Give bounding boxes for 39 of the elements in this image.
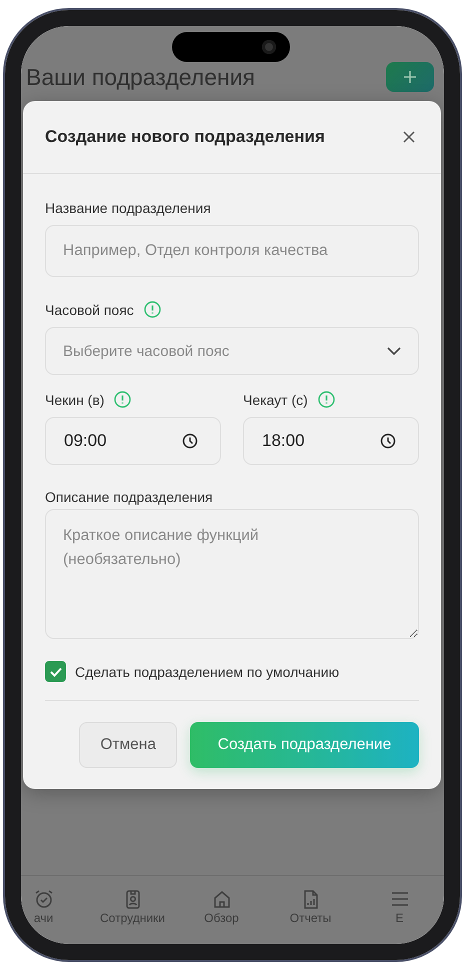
- nav-tab[interactable]: Обзор: [177, 888, 266, 944]
- checkmark-icon: [50, 666, 62, 676]
- nav-tab[interactable]: ачи: [21, 888, 88, 944]
- checkbox-label: Сделать подразделением по умолчанию: [75, 664, 340, 680]
- description-field[interactable]: Краткое описание функций (необязательно): [45, 509, 419, 639]
- time-field[interactable]: 09:00: [45, 417, 221, 465]
- nav-tab[interactable]: Отчеты: [266, 888, 355, 944]
- time-field[interactable]: 18:00: [243, 417, 419, 465]
- info-icon[interactable]: [114, 391, 132, 408]
- info-icon[interactable]: [144, 301, 161, 318]
- close-button[interactable]: [401, 129, 417, 145]
- checkbox[interactable]: [45, 661, 66, 682]
- modal-title: Создание нового подразделения: [45, 127, 325, 147]
- nav-label: ачи: [34, 911, 54, 925]
- nav-label: Отчеты: [290, 911, 332, 925]
- cancel-button[interactable]: Отмена: [79, 722, 177, 768]
- chevron-down-icon: [387, 347, 401, 355]
- plus-icon: [403, 70, 417, 84]
- nav-tab[interactable]: Е: [355, 888, 444, 944]
- nav-label: Е: [395, 911, 404, 925]
- dropdown-placeholder: Выберите часовой пояс: [63, 342, 230, 360]
- field-label: Часовой пояс: [45, 302, 134, 318]
- add-button[interactable]: [386, 62, 434, 92]
- create-button[interactable]: Создать подразделение: [190, 722, 419, 768]
- nav-tab[interactable]: Сотрудники: [88, 888, 177, 944]
- time-value: 18:00: [262, 431, 305, 451]
- time-value: 09:00: [64, 431, 107, 451]
- nav-label: Сотрудники: [100, 911, 165, 925]
- name-field[interactable]: Например, Отдел контроля качества: [45, 225, 419, 277]
- field-label: Название подразделения: [45, 200, 211, 216]
- field-label: Описание подразделения: [45, 489, 213, 505]
- timezone-dropdown[interactable]: Выберите часовой пояс: [45, 327, 419, 375]
- info-icon[interactable]: [318, 391, 335, 408]
- clock-icon: [182, 433, 198, 449]
- nav-label: Обзор: [204, 911, 239, 925]
- field-label: Чекин (в): [45, 392, 104, 408]
- page-title: Ваши подразделения: [26, 64, 256, 90]
- clock-icon: [380, 433, 396, 449]
- field-label: Чекаут (с): [243, 392, 308, 408]
